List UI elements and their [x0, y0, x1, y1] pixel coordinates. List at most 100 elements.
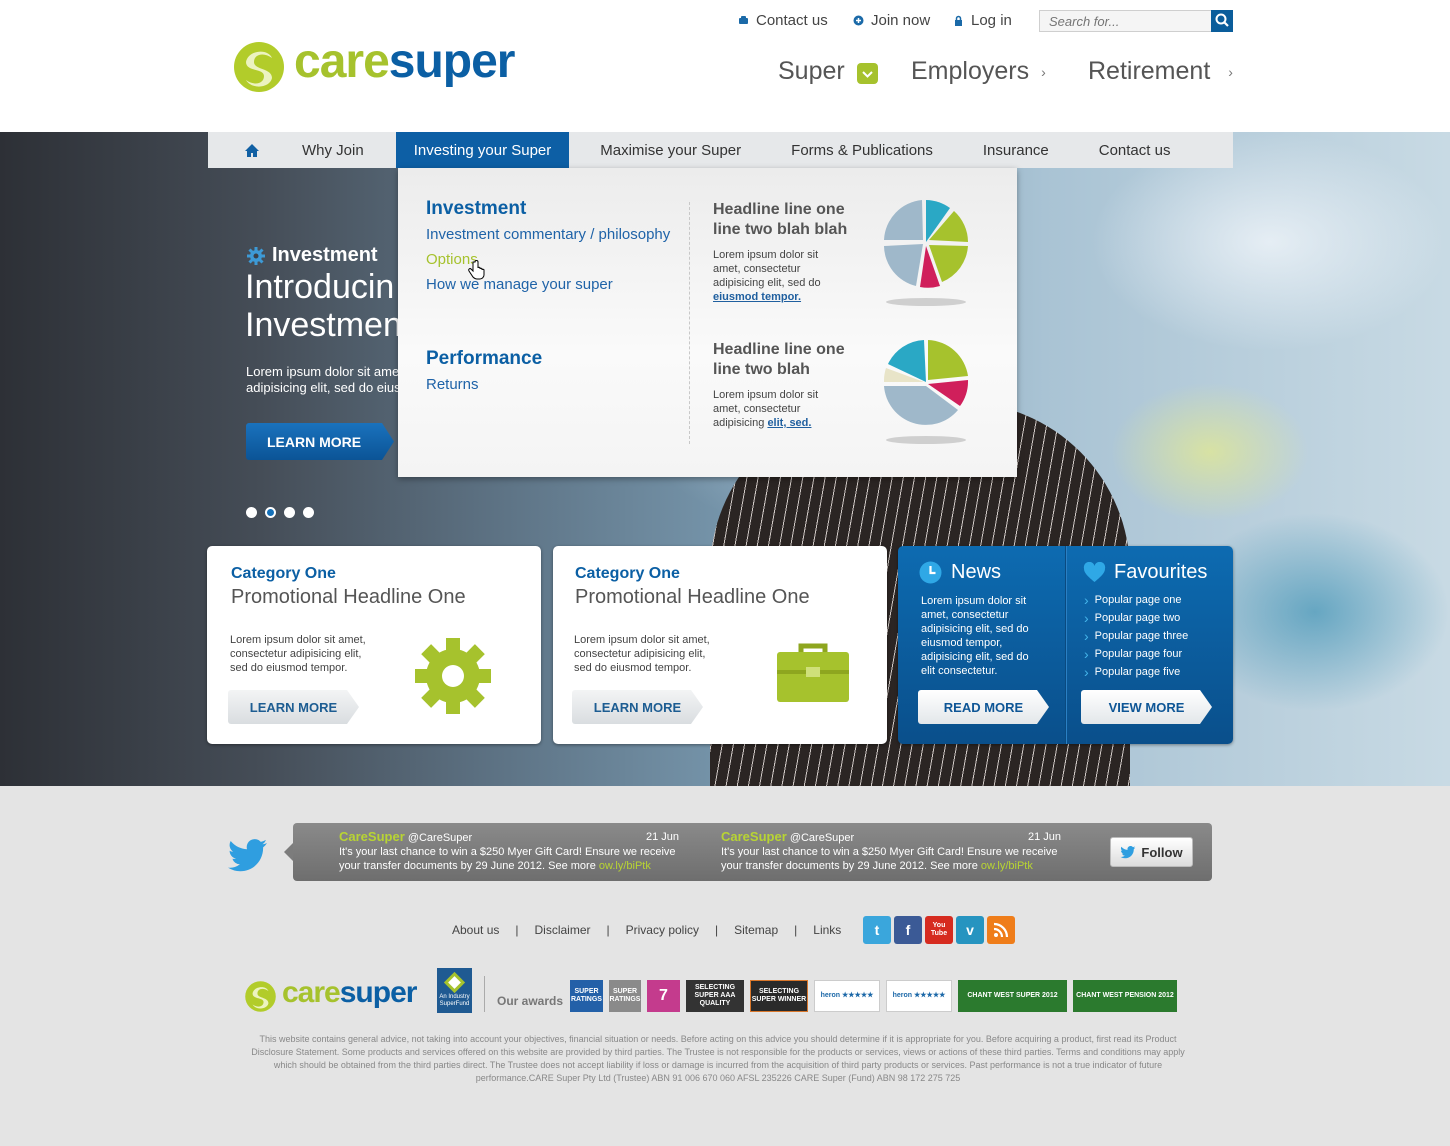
mainnav-super-label: Super	[778, 57, 845, 85]
chevron-right-icon: ›	[1041, 63, 1046, 80]
carousel-dot-4[interactable]	[303, 507, 314, 518]
twitter-icon[interactable]: t	[863, 916, 891, 944]
home-icon	[245, 143, 259, 157]
lock-icon	[955, 15, 962, 26]
mainnav-retirement-label: Retirement	[1088, 57, 1211, 85]
footer-link-privacy[interactable]: Privacy policy	[626, 923, 699, 937]
hero-learn-more-button[interactable]: LEARN MORE	[246, 423, 394, 460]
card-learn-more-button[interactable]: LEARN MORE	[572, 690, 703, 724]
favourites-list: › Popular page one › Popular page two › Pop…	[1084, 591, 1188, 681]
youtube-icon[interactable]: You Tube	[925, 916, 953, 944]
site-header: caresuper Contact us Join now Log in Sup…	[0, 0, 1450, 132]
award-badge: SELECTING SUPER AAA QUALITY	[686, 980, 744, 1012]
heart-icon	[1083, 562, 1106, 582]
awards-list: SUPER RATINGS SUPER RATINGS 7 SELECTING …	[570, 980, 1177, 1012]
card-headline: Promotional Headline One	[231, 586, 466, 608]
favourites-title: Favourites	[1083, 561, 1207, 584]
promo-body: Lorem ipsum dolor sit amet, consectetur a…	[713, 389, 819, 429]
toplink-login-label: Log in	[971, 12, 1012, 29]
mainnav-employers[interactable]: Employers ›	[911, 57, 1046, 86]
hero-body-line1: Lorem ipsum dolor sit ame	[246, 364, 400, 379]
promo-headline: Headline line one line two blah blah	[713, 201, 848, 238]
dropdown-promo-2: Headline line one line two blah Lorem ips…	[713, 340, 863, 430]
logo-care: care	[294, 35, 390, 88]
favourite-link[interactable]: › Popular page five	[1084, 663, 1188, 681]
search-input[interactable]	[1040, 11, 1210, 31]
mainnav-super[interactable]: Super	[778, 57, 878, 86]
logo-super: super	[388, 35, 516, 88]
chevron-down-icon	[856, 63, 878, 84]
favourite-link[interactable]: › Popular page three	[1084, 627, 1188, 645]
promo-headline: Headline line one line two blah	[713, 341, 845, 378]
vimeo-icon[interactable]: v	[956, 916, 984, 944]
toplink-contact-label: Contact us	[756, 12, 828, 29]
favourite-link[interactable]: › Popular page four	[1084, 645, 1188, 663]
clock-icon	[919, 561, 942, 584]
card-learn-more-button[interactable]: LEARN MORE	[228, 690, 359, 724]
footer-link-links[interactable]: Links	[813, 923, 841, 937]
follow-button[interactable]: Follow	[1110, 837, 1193, 867]
award-badge: heron ★★★★★	[886, 980, 952, 1012]
tweet-link[interactable]: ow.ly/biPtk	[981, 860, 1033, 872]
footer-link-sitemap[interactable]: Sitemap	[734, 923, 778, 937]
chevron-right-icon: ›	[1084, 592, 1089, 608]
rss-icon[interactable]	[987, 916, 1015, 944]
dropdown-link-commentary[interactable]: Investment commentary / philosophy	[426, 226, 670, 243]
footer-link-about[interactable]: About us	[452, 923, 499, 937]
twitter-bar-pointer	[284, 843, 293, 861]
phone-icon	[739, 16, 748, 24]
dropdown-performance-heading: Performance	[426, 348, 543, 369]
promo-body: Lorem ipsum dolor sit amet, consectetur ad…	[713, 249, 821, 303]
news-body: Lorem ipsum dolor sit amet, consectetur ad…	[921, 595, 1029, 677]
tweet-1: CareSuper @CareSuper 21 Jun It's your las…	[339, 829, 679, 873]
hero-title-line2: Investmen	[245, 306, 402, 344]
subnav-home[interactable]	[208, 132, 286, 168]
subnav-investing[interactable]: Investing your Super	[395, 132, 570, 168]
footer-link-disclaimer[interactable]: Disclaimer	[535, 923, 591, 937]
subnav-why-join[interactable]: Why Join	[286, 132, 396, 168]
hero-kicker-label: Investment	[272, 244, 378, 266]
dropdown-link-returns[interactable]: Returns	[426, 376, 479, 393]
hero-title: Introducin Investmen	[245, 268, 402, 344]
our-awards-label: Our awards	[497, 994, 564, 1008]
subnav-insurance[interactable]: Insurance	[958, 132, 1074, 168]
subnav-maximise[interactable]: Maximise your Super	[569, 132, 766, 168]
favourite-link[interactable]: › Popular page two	[1084, 609, 1188, 627]
promo-card-2: Category One Promotional Headline One Lo…	[553, 546, 887, 744]
favourite-link[interactable]: › Popular page one	[1084, 591, 1188, 609]
carousel-dot-3[interactable]	[284, 507, 295, 518]
hero-learn-more-label: LEARN MORE	[267, 433, 362, 450]
hero-body: Lorem ipsum dolor sit ame adipisicing el…	[246, 364, 401, 396]
mainnav-employers-label: Employers	[911, 57, 1030, 85]
carousel-dot-1[interactable]	[246, 507, 257, 518]
toplink-contact[interactable]: Contact us	[738, 12, 828, 29]
view-more-button[interactable]: VIEW MORE	[1081, 690, 1212, 724]
footer-logo[interactable]: caresuper	[244, 976, 424, 1014]
subnav-forms[interactable]: Forms & Publications	[766, 132, 958, 168]
tweet-link[interactable]: ow.ly/biPtk	[599, 860, 651, 872]
facebook-icon[interactable]: f	[894, 916, 922, 944]
toplink-join[interactable]: Join now	[853, 12, 930, 29]
chevron-right-icon: ›	[1084, 646, 1089, 662]
chevron-right-icon: ›	[1084, 664, 1089, 680]
promo-link[interactable]: elit, sed.	[767, 417, 811, 429]
toplink-login[interactable]: Log in	[953, 12, 1012, 29]
search-button[interactable]	[1211, 10, 1233, 32]
carousel-dot-2[interactable]	[265, 507, 276, 518]
read-more-button[interactable]: READ MORE	[918, 690, 1049, 724]
search-box	[1039, 10, 1233, 32]
promo-card-1: Category One Promotional Headline One Lo…	[207, 546, 541, 744]
gear-icon	[415, 638, 491, 714]
mainnav-retirement[interactable]: Retirement ›	[1088, 57, 1233, 86]
subnav-contact[interactable]: Contact us	[1074, 132, 1196, 168]
dropdown-investment-heading: Investment	[426, 198, 527, 219]
twitter-bird-icon	[228, 839, 267, 872]
card-body: Lorem ipsum dolor sit amet, consectetur a…	[230, 634, 366, 674]
news-favourites-panel: News Lorem ipsum dolor sit amet, consecte…	[898, 546, 1233, 744]
card-category: Category One	[575, 565, 680, 582]
card-headline: Promotional Headline One	[575, 586, 810, 608]
promo-link[interactable]: eiusmod tempor.	[713, 291, 801, 303]
caresuper-logo[interactable]: caresuper	[232, 35, 517, 94]
panel-divider	[1065, 546, 1066, 744]
dropdown-link-manage[interactable]: How we manage your super	[426, 276, 613, 293]
